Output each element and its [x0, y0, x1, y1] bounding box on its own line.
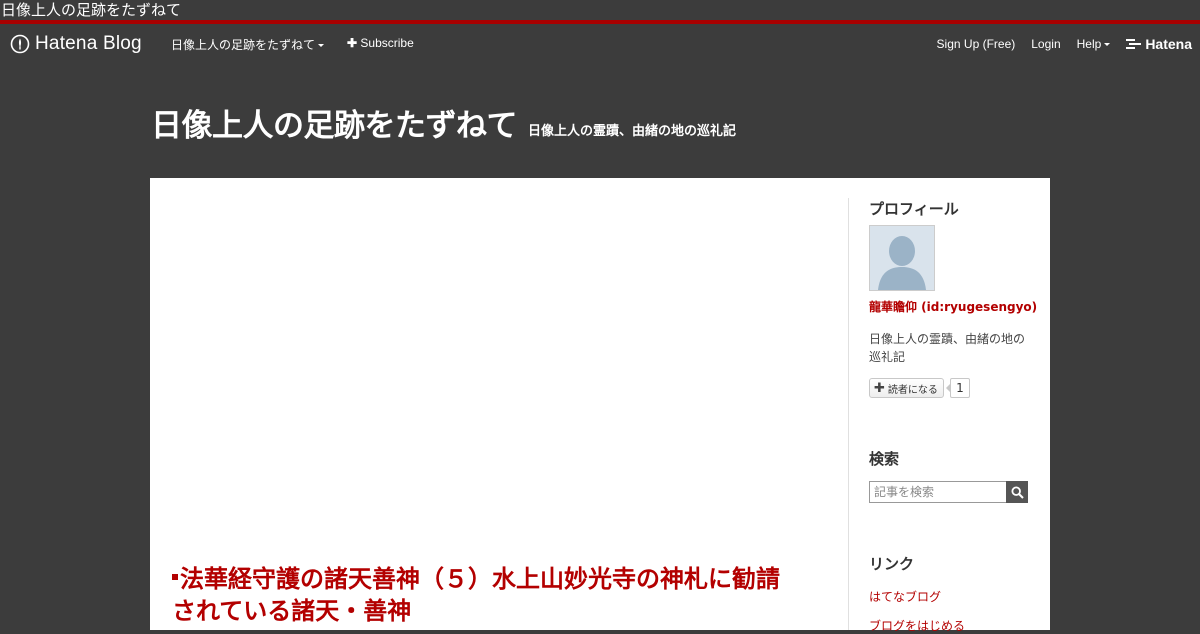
logo-text: Hatena Blog	[35, 33, 142, 54]
entry-title[interactable]: 法華経守護の諸天善神（５）水上山妙光寺の神札に勧請されている諸天・善神	[172, 563, 792, 627]
link-start-blog[interactable]: ブログをはじめる	[869, 617, 965, 634]
hatena-blog-icon	[10, 34, 30, 54]
reader-row: ✚ 読者になる 1	[869, 378, 970, 398]
subscribe-reader-button[interactable]: ✚ 読者になる	[869, 378, 944, 398]
subscribe-label: Subscribe	[360, 36, 414, 50]
window-title: 日像上人の足跡をたずねて	[0, 0, 1200, 20]
login-link[interactable]: Login	[1031, 37, 1060, 51]
links-heading: リンク	[869, 555, 915, 573]
reader-count-badge: 1	[945, 378, 970, 398]
hatena-blog-logo[interactable]: Hatena Blog	[10, 33, 142, 55]
subscribe-button[interactable]: ✚ Subscribe	[347, 36, 414, 50]
plus-icon: ✚	[874, 380, 885, 396]
right-nav: Sign Up (Free) Login Help Hatena	[921, 36, 1192, 52]
blog-menu-dropdown[interactable]: 日像上人の足跡をたずねて	[171, 36, 325, 53]
help-label: Help	[1076, 37, 1102, 51]
hatena-link[interactable]: Hatena	[1126, 36, 1192, 52]
search-icon	[1010, 485, 1024, 499]
plus-icon: ✚	[347, 36, 358, 50]
sidebar-divider	[848, 198, 849, 630]
profile-description: 日像上人の霊蹟、由緒の地の巡礼記	[869, 332, 1026, 364]
help-menu[interactable]: Help	[1077, 37, 1111, 51]
search-input[interactable]	[869, 481, 1006, 503]
entry-title-text: 法華経守護の諸天善神（５）水上山妙光寺の神札に勧請されている諸天・善神	[172, 565, 780, 625]
blog-menu-label: 日像上人の足跡をたずねて	[171, 38, 316, 52]
blog-description: 日像上人の霊蹟、由緒の地の巡礼記	[528, 124, 737, 139]
reader-button-label: 読者になる	[887, 384, 938, 396]
hatena-label: Hatena	[1145, 36, 1192, 52]
blog-title[interactable]: 日像上人の足跡をたずねて	[151, 100, 518, 145]
chevron-down-icon	[1104, 43, 1111, 47]
search-button[interactable]	[1006, 481, 1028, 503]
profile-name-link[interactable]: 龍華瞻仰 (id:ryugesengyo)	[869, 298, 1037, 315]
profile-heading: プロフィール	[869, 200, 959, 218]
hatena-navbar: Hatena Blog 日像上人の足跡をたずねて ✚ Subscribe Sig…	[0, 24, 1200, 64]
user-silhouette-icon	[870, 226, 934, 290]
search-heading: 検索	[869, 450, 900, 468]
chevron-down-icon	[318, 44, 325, 47]
main-content: 法華経守護の諸天善神（５）水上山妙光寺の神札に勧請されている諸天・善神 プロフィ…	[150, 178, 1050, 633]
link-hatena-blog[interactable]: はてなブログ	[869, 588, 941, 605]
search-form	[869, 481, 1028, 503]
hatena-icon	[1126, 39, 1142, 49]
bullet-icon	[172, 574, 178, 580]
signup-link[interactable]: Sign Up (Free)	[937, 37, 1016, 51]
avatar[interactable]	[869, 225, 935, 291]
